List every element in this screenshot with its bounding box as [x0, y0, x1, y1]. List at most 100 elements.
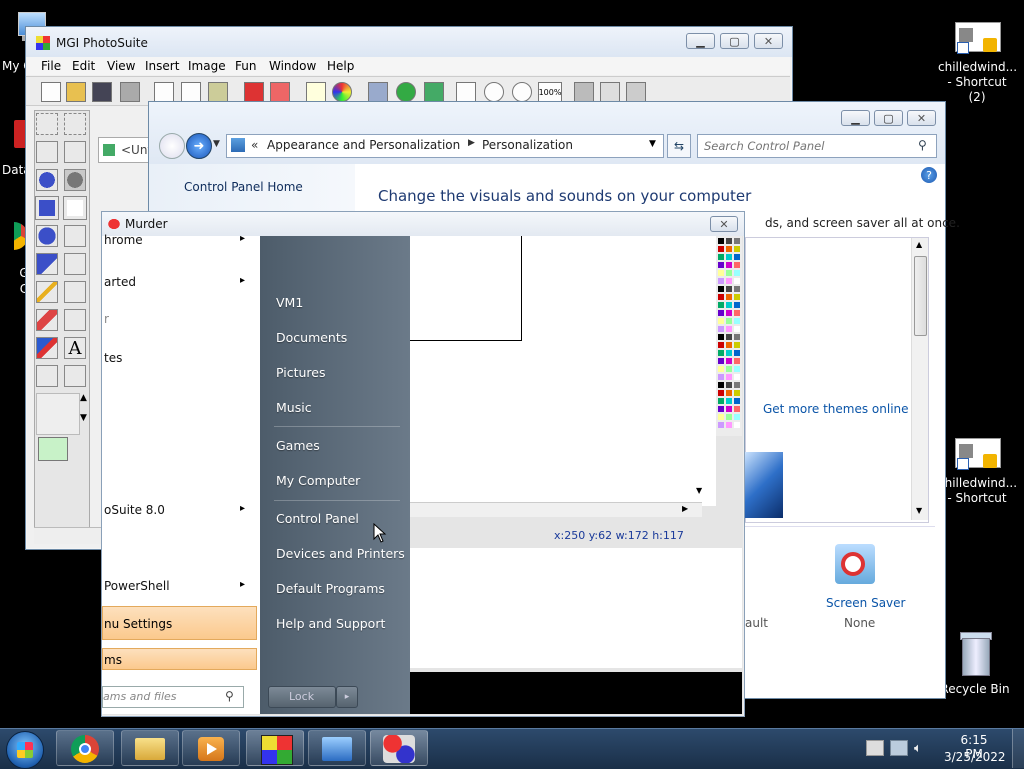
paste-icon[interactable]: [208, 82, 228, 102]
palette-swatch[interactable]: [718, 262, 724, 268]
people-icon[interactable]: [64, 365, 86, 387]
help-icon[interactable]: ?: [921, 167, 937, 183]
themes-scrollbar[interactable]: ▲ ▼: [911, 238, 928, 520]
palette-swatch[interactable]: [734, 398, 740, 404]
zoom-out-icon[interactable]: [512, 82, 532, 102]
palette-swatch[interactable]: [718, 366, 724, 372]
palette-swatch[interactable]: [734, 374, 740, 380]
palette-swatch[interactable]: [718, 294, 724, 300]
text-tool-icon[interactable]: A: [64, 337, 86, 359]
menu-image[interactable]: Image: [188, 59, 226, 73]
palette-swatch[interactable]: [726, 238, 732, 244]
address-dropdown-icon[interactable]: ▼: [649, 139, 656, 149]
palette-swatch[interactable]: [734, 278, 740, 284]
taskbar-murder[interactable]: [370, 730, 428, 766]
address-bar[interactable]: « Appearance and Personalization ▶ Perso…: [226, 134, 664, 158]
lock-button[interactable]: Lock: [268, 686, 336, 708]
murder-window[interactable]: Murder ✕ hrome ▸ arted ▸ r tes oSuite 8.…: [101, 211, 745, 717]
palette-swatch[interactable]: [734, 294, 740, 300]
palette-swatch[interactable]: [718, 310, 724, 316]
calculator-icon[interactable]: [600, 82, 620, 102]
palette-swatch[interactable]: [734, 326, 740, 332]
minimize-button[interactable]: ▁: [841, 110, 870, 126]
palette-swatch[interactable]: [718, 270, 724, 276]
taskbar-explorer[interactable]: [121, 730, 179, 766]
tray-network-icon[interactable]: [890, 740, 908, 756]
start-link-vm1[interactable]: VM1: [276, 295, 303, 310]
globe-icon[interactable]: [396, 82, 416, 102]
magic-wand-icon[interactable]: [64, 141, 86, 163]
document-icon[interactable]: [368, 82, 388, 102]
palette-swatch[interactable]: [734, 254, 740, 260]
photosuite-titlebar[interactable]: MGI PhotoSuite ▁ ▢ ✕: [26, 27, 792, 57]
get-more-themes-link[interactable]: Get more themes online: [763, 402, 909, 416]
brush-size-up-icon[interactable]: ▲: [80, 393, 88, 413]
fruit-icon[interactable]: [244, 82, 264, 102]
palette-swatch[interactable]: [734, 238, 740, 244]
back-button[interactable]: [159, 133, 185, 159]
palette-swatch[interactable]: [718, 318, 724, 324]
menu-help[interactable]: Help: [327, 59, 354, 73]
palette-swatch[interactable]: [734, 270, 740, 276]
palette-swatch[interactable]: [718, 278, 724, 284]
start-item-programs[interactable]: ms: [102, 648, 257, 670]
start-link-documents[interactable]: Documents: [276, 330, 347, 345]
polygon-filled-icon[interactable]: [36, 253, 58, 275]
desktop-icon-shortcut-2[interactable]: chilledwind... - Shortcut (2): [938, 22, 1017, 105]
palette-swatch[interactable]: [726, 358, 732, 364]
palette-swatch[interactable]: [718, 342, 724, 348]
scroll-down-icon[interactable]: ▼: [916, 506, 922, 515]
palette-swatch[interactable]: [718, 382, 724, 388]
palette-swatch[interactable]: [734, 390, 740, 396]
scrollbar-thumb[interactable]: [914, 256, 927, 336]
palette-swatch[interactable]: [726, 318, 732, 324]
brush-size-down-icon[interactable]: ▼: [80, 413, 88, 433]
start-link-my-computer[interactable]: My Computer: [276, 473, 360, 488]
palette-swatch[interactable]: [734, 406, 740, 412]
color-setting-partial-label[interactable]: ault: [745, 616, 768, 630]
start-item-chrome[interactable]: hrome: [104, 233, 143, 247]
close-button[interactable]: ✕: [710, 216, 738, 232]
palette-swatch[interactable]: [734, 382, 740, 388]
zoom-in-icon[interactable]: [484, 82, 504, 102]
show-desktop-button[interactable]: [1012, 729, 1024, 768]
palette-swatch[interactable]: [726, 310, 732, 316]
polygon-outline-icon[interactable]: [64, 253, 86, 275]
palette-swatch[interactable]: [734, 422, 740, 428]
rect-filled-icon[interactable]: [35, 196, 59, 220]
close-button[interactable]: ✕: [907, 110, 936, 126]
color-wheel-icon[interactable]: [332, 82, 352, 102]
murder-titlebar[interactable]: Murder ✕: [102, 212, 744, 236]
palette-swatch[interactable]: [726, 262, 732, 268]
palette-swatch[interactable]: [718, 302, 724, 308]
palette-swatch[interactable]: [734, 334, 740, 340]
palette-swatch[interactable]: [718, 326, 724, 332]
scanner-icon[interactable]: [574, 82, 594, 102]
rect-outline-icon[interactable]: [63, 196, 87, 220]
start-link-default-programs[interactable]: Default Programs: [276, 581, 385, 596]
palette-swatch[interactable]: [726, 270, 732, 276]
palette-swatch[interactable]: [726, 302, 732, 308]
palette-swatch[interactable]: [734, 358, 740, 364]
palette-swatch[interactable]: [726, 398, 732, 404]
brightness-icon[interactable]: [306, 82, 326, 102]
taskbar-control-panel[interactable]: [308, 730, 366, 766]
palette-swatch[interactable]: [726, 246, 732, 252]
palette-swatch[interactable]: [718, 398, 724, 404]
maximize-button[interactable]: ▢: [720, 33, 749, 49]
foreground-color[interactable]: [38, 437, 68, 461]
open-folder-icon[interactable]: [66, 82, 86, 102]
palette-swatch[interactable]: [718, 406, 724, 412]
forward-button[interactable]: ➜: [186, 133, 212, 159]
palette-swatch[interactable]: [726, 286, 732, 292]
palette-swatch[interactable]: [726, 278, 732, 284]
refresh-button[interactable]: ⇆: [667, 134, 691, 158]
print-icon[interactable]: [120, 82, 140, 102]
scroll-right-icon[interactable]: ▶: [682, 504, 688, 513]
palette-swatch[interactable]: [718, 414, 724, 420]
scroll-up-icon[interactable]: ▲: [916, 240, 922, 249]
brush-size-box[interactable]: [36, 393, 80, 435]
start-link-pictures[interactable]: Pictures: [276, 365, 326, 380]
palette-swatch[interactable]: [734, 342, 740, 348]
palette-swatch[interactable]: [726, 294, 732, 300]
